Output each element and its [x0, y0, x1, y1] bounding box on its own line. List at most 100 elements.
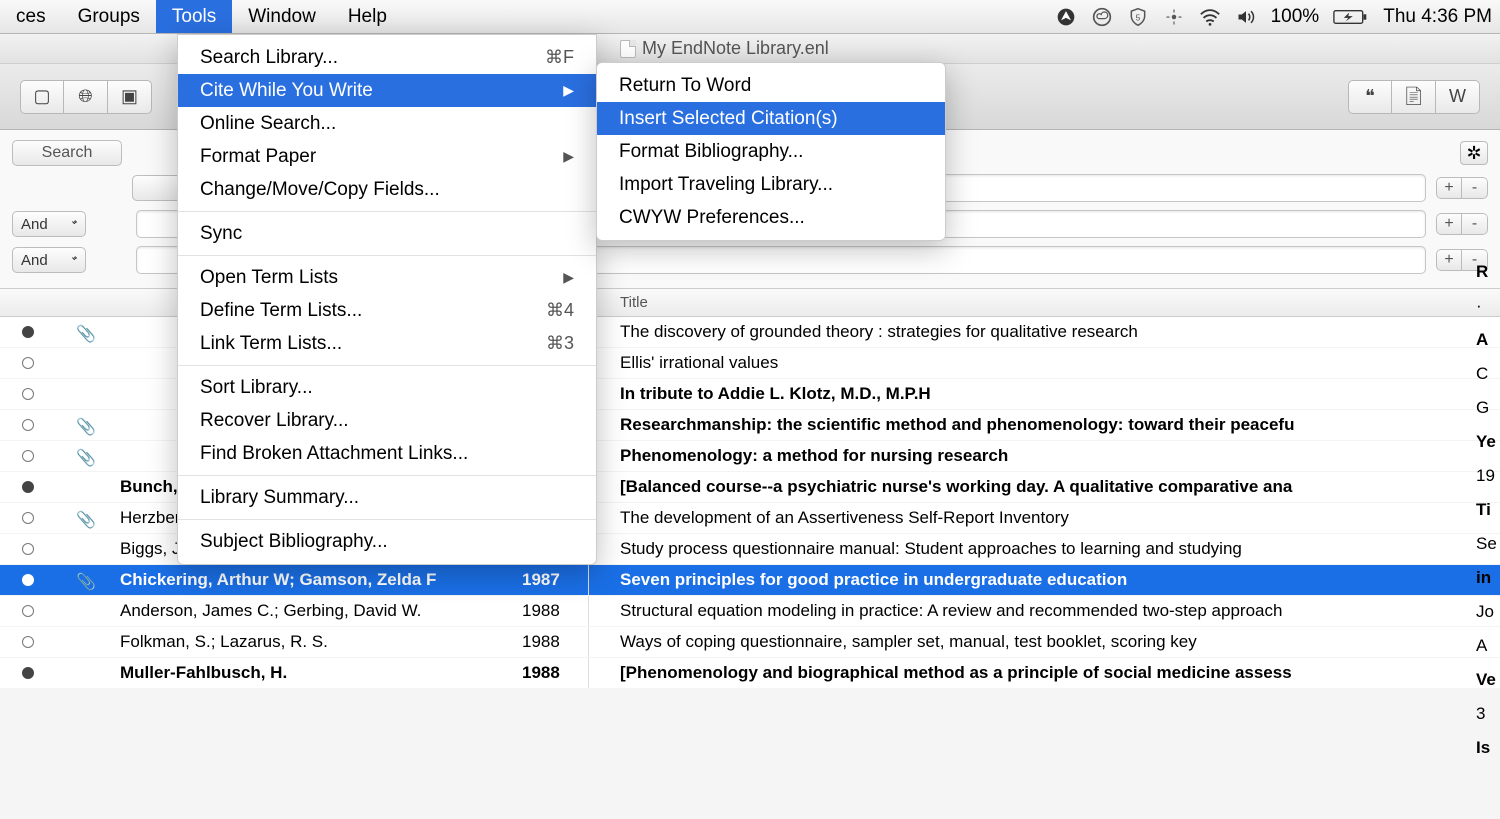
- clock[interactable]: Thu 4:36 PM: [1383, 6, 1492, 28]
- menu-item-label: Search Library...: [200, 47, 338, 69]
- field-select-0[interactable]: [132, 175, 182, 201]
- menu-shortcut: ⌘F: [545, 47, 574, 68]
- sync-icon: [1163, 6, 1185, 28]
- battery-icon: [1333, 6, 1369, 28]
- insert-citation-button[interactable]: ❝: [1348, 80, 1392, 114]
- attachment-cell[interactable]: 📎: [56, 324, 112, 340]
- submenu-item-label: Insert Selected Citation(s): [619, 108, 838, 130]
- read-dot-icon: [22, 450, 34, 462]
- remove-row-1[interactable]: -: [1462, 213, 1488, 235]
- add-row-2[interactable]: +: [1436, 249, 1462, 271]
- logic-select-2[interactable]: And: [12, 247, 86, 273]
- menu-shortcut: ⌘3: [546, 333, 574, 354]
- document-icon: [620, 40, 636, 58]
- read-status-cell[interactable]: [0, 636, 56, 648]
- year-cell: 1988: [522, 632, 588, 652]
- attachment-cell[interactable]: 📎: [56, 448, 112, 464]
- menubar-item-help[interactable]: Help: [332, 0, 403, 33]
- attachment-cell[interactable]: 📎: [56, 572, 112, 588]
- read-status-cell[interactable]: [0, 667, 56, 679]
- preview-fragment: G: [1476, 398, 1496, 418]
- year-cell: 1987: [522, 570, 588, 590]
- read-status-cell[interactable]: [0, 605, 56, 617]
- title-cell: [Balanced course--a psychiatric nurse's …: [608, 477, 1500, 497]
- local-library-button[interactable]: ▢: [20, 80, 64, 114]
- menubar-item-ces[interactable]: ces: [0, 0, 62, 33]
- read-status-cell[interactable]: [0, 388, 56, 400]
- read-status-cell[interactable]: [0, 419, 56, 431]
- menu-item-label: Find Broken Attachment Links...: [200, 443, 468, 465]
- preview-fragment: Is: [1476, 738, 1496, 758]
- menu-item[interactable]: Define Term Lists...⌘4: [178, 294, 596, 327]
- integrated-library-button[interactable]: ▣: [108, 80, 152, 114]
- menu-item[interactable]: Find Broken Attachment Links...: [178, 437, 596, 470]
- read-dot-icon: [22, 605, 34, 617]
- online-library-button[interactable]: 🌐︎: [64, 80, 108, 114]
- remove-row-0[interactable]: -: [1462, 177, 1488, 199]
- attachment-cell[interactable]: 📎: [56, 510, 112, 526]
- submenu-item[interactable]: Insert Selected Citation(s): [597, 102, 945, 135]
- title-cell: Ways of coping questionnaire, sampler se…: [608, 632, 1500, 652]
- menu-item[interactable]: Format Paper▶: [178, 140, 596, 173]
- menubar-item-window[interactable]: Window: [232, 0, 332, 33]
- menu-item-label: Recover Library...: [200, 410, 349, 432]
- read-status-cell[interactable]: [0, 543, 56, 555]
- menu-item[interactable]: Online Search...: [178, 107, 596, 140]
- submenu-item[interactable]: CWYW Preferences...: [597, 201, 945, 234]
- paperclip-icon: 📎: [76, 510, 92, 526]
- menu-item[interactable]: Change/Move/Copy Fields...: [178, 173, 596, 206]
- logic-select-1[interactable]: And: [12, 211, 86, 237]
- menubar-item-groups[interactable]: Groups: [62, 0, 156, 33]
- preview-fragment: C: [1476, 364, 1496, 384]
- preview-fragment: A: [1476, 330, 1496, 350]
- menu-item[interactable]: Recover Library...: [178, 404, 596, 437]
- read-status-cell[interactable]: [0, 512, 56, 524]
- read-dot-icon: [22, 419, 34, 431]
- menu-item-label: Sort Library...: [200, 377, 313, 399]
- menu-item[interactable]: Sort Library...: [178, 371, 596, 404]
- read-status-cell[interactable]: [0, 574, 56, 586]
- table-row[interactable]: 📎Chickering, Arthur W; Gamson, Zelda F19…: [0, 565, 1500, 596]
- col-title[interactable]: Title: [608, 294, 1500, 311]
- menu-item[interactable]: Sync: [178, 217, 596, 250]
- read-status-cell[interactable]: [0, 481, 56, 493]
- wifi-icon[interactable]: [1199, 6, 1221, 28]
- submenu-item[interactable]: Format Bibliography...: [597, 135, 945, 168]
- attachment-cell[interactable]: 📎: [56, 417, 112, 433]
- menu-item[interactable]: Subject Bibliography...: [178, 525, 596, 558]
- menu-item[interactable]: Search Library... ⌘F: [178, 41, 596, 74]
- title-cell: Structural equation modeling in practice…: [608, 601, 1500, 621]
- menubar-item-tools[interactable]: Tools: [156, 0, 232, 33]
- volume-icon[interactable]: [1235, 6, 1257, 28]
- menu-item[interactable]: Library Summary...: [178, 481, 596, 514]
- search-button[interactable]: Search: [12, 140, 122, 166]
- read-status-cell[interactable]: [0, 450, 56, 462]
- add-row-0[interactable]: +: [1436, 177, 1462, 199]
- menu-item[interactable]: Open Term Lists▶: [178, 261, 596, 294]
- title-cell: Ellis' irrational values: [608, 353, 1500, 373]
- add-row-1[interactable]: +: [1436, 213, 1462, 235]
- table-row[interactable]: Anderson, James C.; Gerbing, David W.198…: [0, 596, 1500, 627]
- menu-item-label: Format Paper: [200, 146, 316, 168]
- word-button[interactable]: W: [1436, 80, 1480, 114]
- read-dot-icon: [22, 357, 34, 369]
- year-cell: 1988: [522, 601, 588, 621]
- table-row[interactable]: Muller-Fahlbusch, H.1988[Phenomenology a…: [0, 658, 1500, 689]
- submenu-item[interactable]: Return To Word: [597, 69, 945, 102]
- battery-percent: 100%: [1271, 6, 1320, 28]
- author-cell: Chickering, Arthur W; Gamson, Zelda F: [112, 570, 522, 590]
- menu-item[interactable]: Link Term Lists...⌘3: [178, 327, 596, 360]
- author-cell: Folkman, S.; Lazarus, R. S.: [112, 632, 522, 652]
- read-dot-icon: [22, 512, 34, 524]
- table-row[interactable]: Folkman, S.; Lazarus, R. S.1988 Ways of c…: [0, 627, 1500, 658]
- read-status-cell[interactable]: [0, 357, 56, 369]
- format-button[interactable]: 📄︎: [1392, 80, 1436, 114]
- document-title: My EndNote Library.enl: [620, 38, 829, 59]
- search-options-button[interactable]: ✲: [1460, 141, 1488, 165]
- read-status-cell[interactable]: [0, 326, 56, 338]
- toolbar-left-group: ▢ 🌐︎ ▣: [20, 80, 152, 114]
- read-dot-icon: [22, 667, 34, 679]
- menu-item[interactable]: Cite While You Write▶: [178, 74, 596, 107]
- menu-separator: [178, 519, 596, 520]
- submenu-item[interactable]: Import Traveling Library...: [597, 168, 945, 201]
